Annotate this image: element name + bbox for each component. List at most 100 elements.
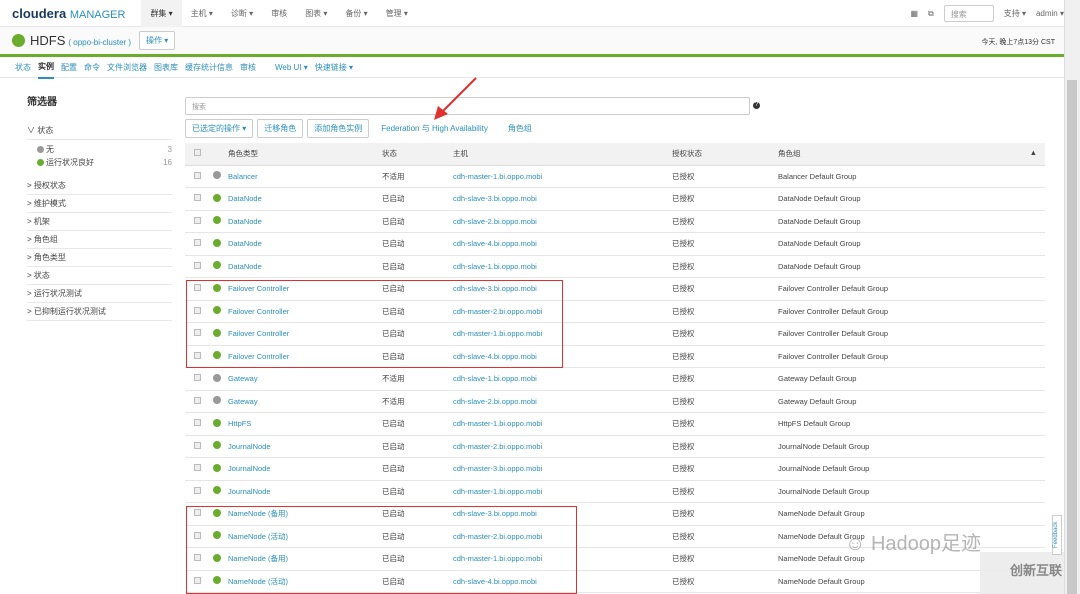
- host-link[interactable]: cdh-master-1.bi.oppo.mobi: [453, 165, 672, 188]
- host-link[interactable]: cdh-master-1.bi.oppo.mobi: [453, 480, 672, 503]
- tab-8[interactable]: Web UI ▾: [275, 57, 308, 78]
- filter-group[interactable]: > 维护模式: [27, 195, 172, 213]
- role-status: 已启动: [382, 232, 453, 256]
- column-role-type[interactable]: 角色类型: [228, 143, 382, 166]
- support-menu[interactable]: 支持 ▾: [1004, 8, 1026, 19]
- parcel-icon[interactable]: ▦: [910, 9, 918, 18]
- role-link[interactable]: Gateway: [228, 367, 382, 391]
- role-link[interactable]: JournalNode: [228, 480, 382, 503]
- filter-status-item[interactable]: 运行状况良好 16: [27, 156, 172, 169]
- filter-group[interactable]: > 角色组: [27, 231, 172, 249]
- nav-item-4[interactable]: 图表 ▾: [296, 0, 336, 27]
- column-host[interactable]: 主机: [453, 143, 672, 166]
- column-commission-state[interactable]: 授权状态: [672, 143, 778, 166]
- commission-state: 已授权: [672, 547, 778, 571]
- row-checkbox[interactable]: [194, 261, 201, 269]
- cloudera-logo[interactable]: cloudera MANAGER: [12, 6, 125, 21]
- help-icon[interactable]: ?: [753, 102, 760, 109]
- nav-item-5[interactable]: 备份 ▾: [336, 0, 376, 27]
- commission-state: 已授权: [672, 255, 778, 278]
- feedback-tab[interactable]: Feedback: [1052, 515, 1062, 555]
- federation-ha-link[interactable]: Federation 与 High Availability: [373, 123, 496, 134]
- row-checkbox[interactable]: [194, 486, 201, 494]
- filter-group[interactable]: > 状态: [27, 267, 172, 285]
- scrollbar-thumb[interactable]: [1067, 80, 1077, 594]
- tab-9[interactable]: 快速链接 ▾: [315, 57, 353, 78]
- select-all-checkbox[interactable]: [194, 149, 201, 157]
- commission-state: 已授权: [672, 435, 778, 458]
- add-role-instance-button[interactable]: 添加角色实例: [307, 119, 370, 138]
- role-group: Failover Controller Default Group: [778, 322, 1045, 346]
- commission-state: 已授权: [672, 457, 778, 481]
- tab-6[interactable]: 缓存统计信息: [185, 57, 233, 78]
- filter-group[interactable]: > 机架: [27, 213, 172, 231]
- tab-1[interactable]: 实例: [38, 56, 54, 79]
- migrate-role-button[interactable]: 迁移角色: [257, 119, 304, 138]
- tab-5[interactable]: 图表库: [154, 57, 178, 78]
- tab-3[interactable]: 命令: [84, 57, 100, 78]
- role-link[interactable]: JournalNode: [228, 457, 382, 481]
- page-scrollbar[interactable]: [1064, 0, 1080, 594]
- actions-button[interactable]: 操作 ▾: [139, 31, 176, 50]
- nav-item-1[interactable]: 主机 ▾: [182, 0, 222, 27]
- row-checkbox[interactable]: [194, 396, 201, 404]
- filter-group[interactable]: > 运行状况测试: [27, 285, 172, 303]
- commission-state: 已授权: [672, 187, 778, 211]
- filter-group[interactable]: > 角色类型: [27, 249, 172, 267]
- row-checkbox[interactable]: [194, 464, 201, 472]
- role-link[interactable]: DataNode: [228, 210, 382, 233]
- role-link[interactable]: DataNode: [228, 232, 382, 256]
- row-checkbox[interactable]: [194, 239, 201, 247]
- table-row: JournalNode 已启动 cdh-master-1.bi.oppo.mob…: [185, 480, 1045, 503]
- main-nav: 群集 ▾ 主机 ▾ 诊断 ▾ 审核 图表 ▾ 备份 ▾ 管理 ▾: [141, 0, 417, 27]
- row-checkbox[interactable]: [194, 441, 201, 449]
- host-link[interactable]: cdh-master-2.bi.oppo.mobi: [453, 435, 672, 458]
- filter-status-group[interactable]: ∨ 状态: [27, 122, 172, 140]
- row-checkbox[interactable]: [194, 216, 201, 224]
- role-group: DataNode Default Group: [778, 255, 1045, 278]
- role-link[interactable]: HttpFS: [228, 412, 382, 436]
- host-link[interactable]: cdh-slave-1.bi.oppo.mobi: [453, 255, 672, 278]
- tasks-icon[interactable]: ⧉: [928, 9, 934, 19]
- role-link[interactable]: DataNode: [228, 255, 382, 278]
- host-link[interactable]: cdh-slave-3.bi.oppo.mobi: [453, 187, 672, 211]
- host-link[interactable]: cdh-master-1.bi.oppo.mobi: [453, 412, 672, 436]
- role-link[interactable]: JournalNode: [228, 435, 382, 458]
- row-checkbox[interactable]: [194, 374, 201, 382]
- cluster-link[interactable]: ( oppo-bi-cluster ): [68, 38, 131, 47]
- role-group: Failover Controller Default Group: [778, 345, 1045, 368]
- host-link[interactable]: cdh-slave-2.bi.oppo.mobi: [453, 390, 672, 413]
- selected-actions-button[interactable]: 已选定的操作 ▾: [185, 119, 254, 138]
- column-status[interactable]: 状态: [382, 143, 453, 166]
- role-link[interactable]: DataNode: [228, 187, 382, 211]
- top-navbar: cloudera MANAGER 群集 ▾ 主机 ▾ 诊断 ▾ 审核 图表 ▾ 备份 ▾ 管…: [0, 0, 1080, 27]
- nav-item-3[interactable]: 审核: [262, 0, 296, 27]
- nav-item-0[interactable]: 群集 ▾: [141, 0, 182, 27]
- tab-2[interactable]: 配置: [61, 57, 77, 78]
- role-link[interactable]: Gateway: [228, 390, 382, 413]
- host-link[interactable]: cdh-slave-1.bi.oppo.mobi: [453, 367, 672, 391]
- host-link[interactable]: cdh-slave-2.bi.oppo.mobi: [453, 210, 672, 233]
- row-checkbox[interactable]: [194, 194, 201, 202]
- service-name: HDFS: [30, 33, 66, 48]
- role-groups-link[interactable]: 角色组: [500, 123, 540, 134]
- health-dot-icon: [213, 216, 221, 225]
- global-search-input[interactable]: 搜索: [943, 5, 994, 22]
- role-link[interactable]: Balancer: [228, 165, 382, 188]
- row-checkbox[interactable]: [194, 419, 201, 427]
- host-link[interactable]: cdh-slave-4.bi.oppo.mobi: [453, 232, 672, 256]
- host-link[interactable]: cdh-master-3.bi.oppo.mobi: [453, 457, 672, 481]
- filter-status-item[interactable]: 无3: [27, 143, 172, 156]
- filter-group[interactable]: > 已抑制运行状况测试: [27, 303, 172, 321]
- row-checkbox[interactable]: [194, 171, 201, 179]
- tab-4[interactable]: 文件浏览器: [107, 57, 147, 78]
- filter-group[interactable]: > 授权状态: [27, 177, 172, 195]
- nav-item-2[interactable]: 诊断 ▾: [222, 0, 262, 27]
- nav-item-6[interactable]: 管理 ▾: [377, 0, 417, 27]
- watermark-hadoop: ☺ Hadoop足迹: [845, 533, 982, 555]
- tab-7[interactable]: 审核: [240, 57, 256, 78]
- tab-0[interactable]: 状态: [15, 57, 31, 78]
- health-good-icon: [12, 34, 25, 47]
- column-role-group[interactable]: 角色组 ▲: [778, 143, 1045, 166]
- user-menu[interactable]: admin ▾: [1036, 9, 1064, 18]
